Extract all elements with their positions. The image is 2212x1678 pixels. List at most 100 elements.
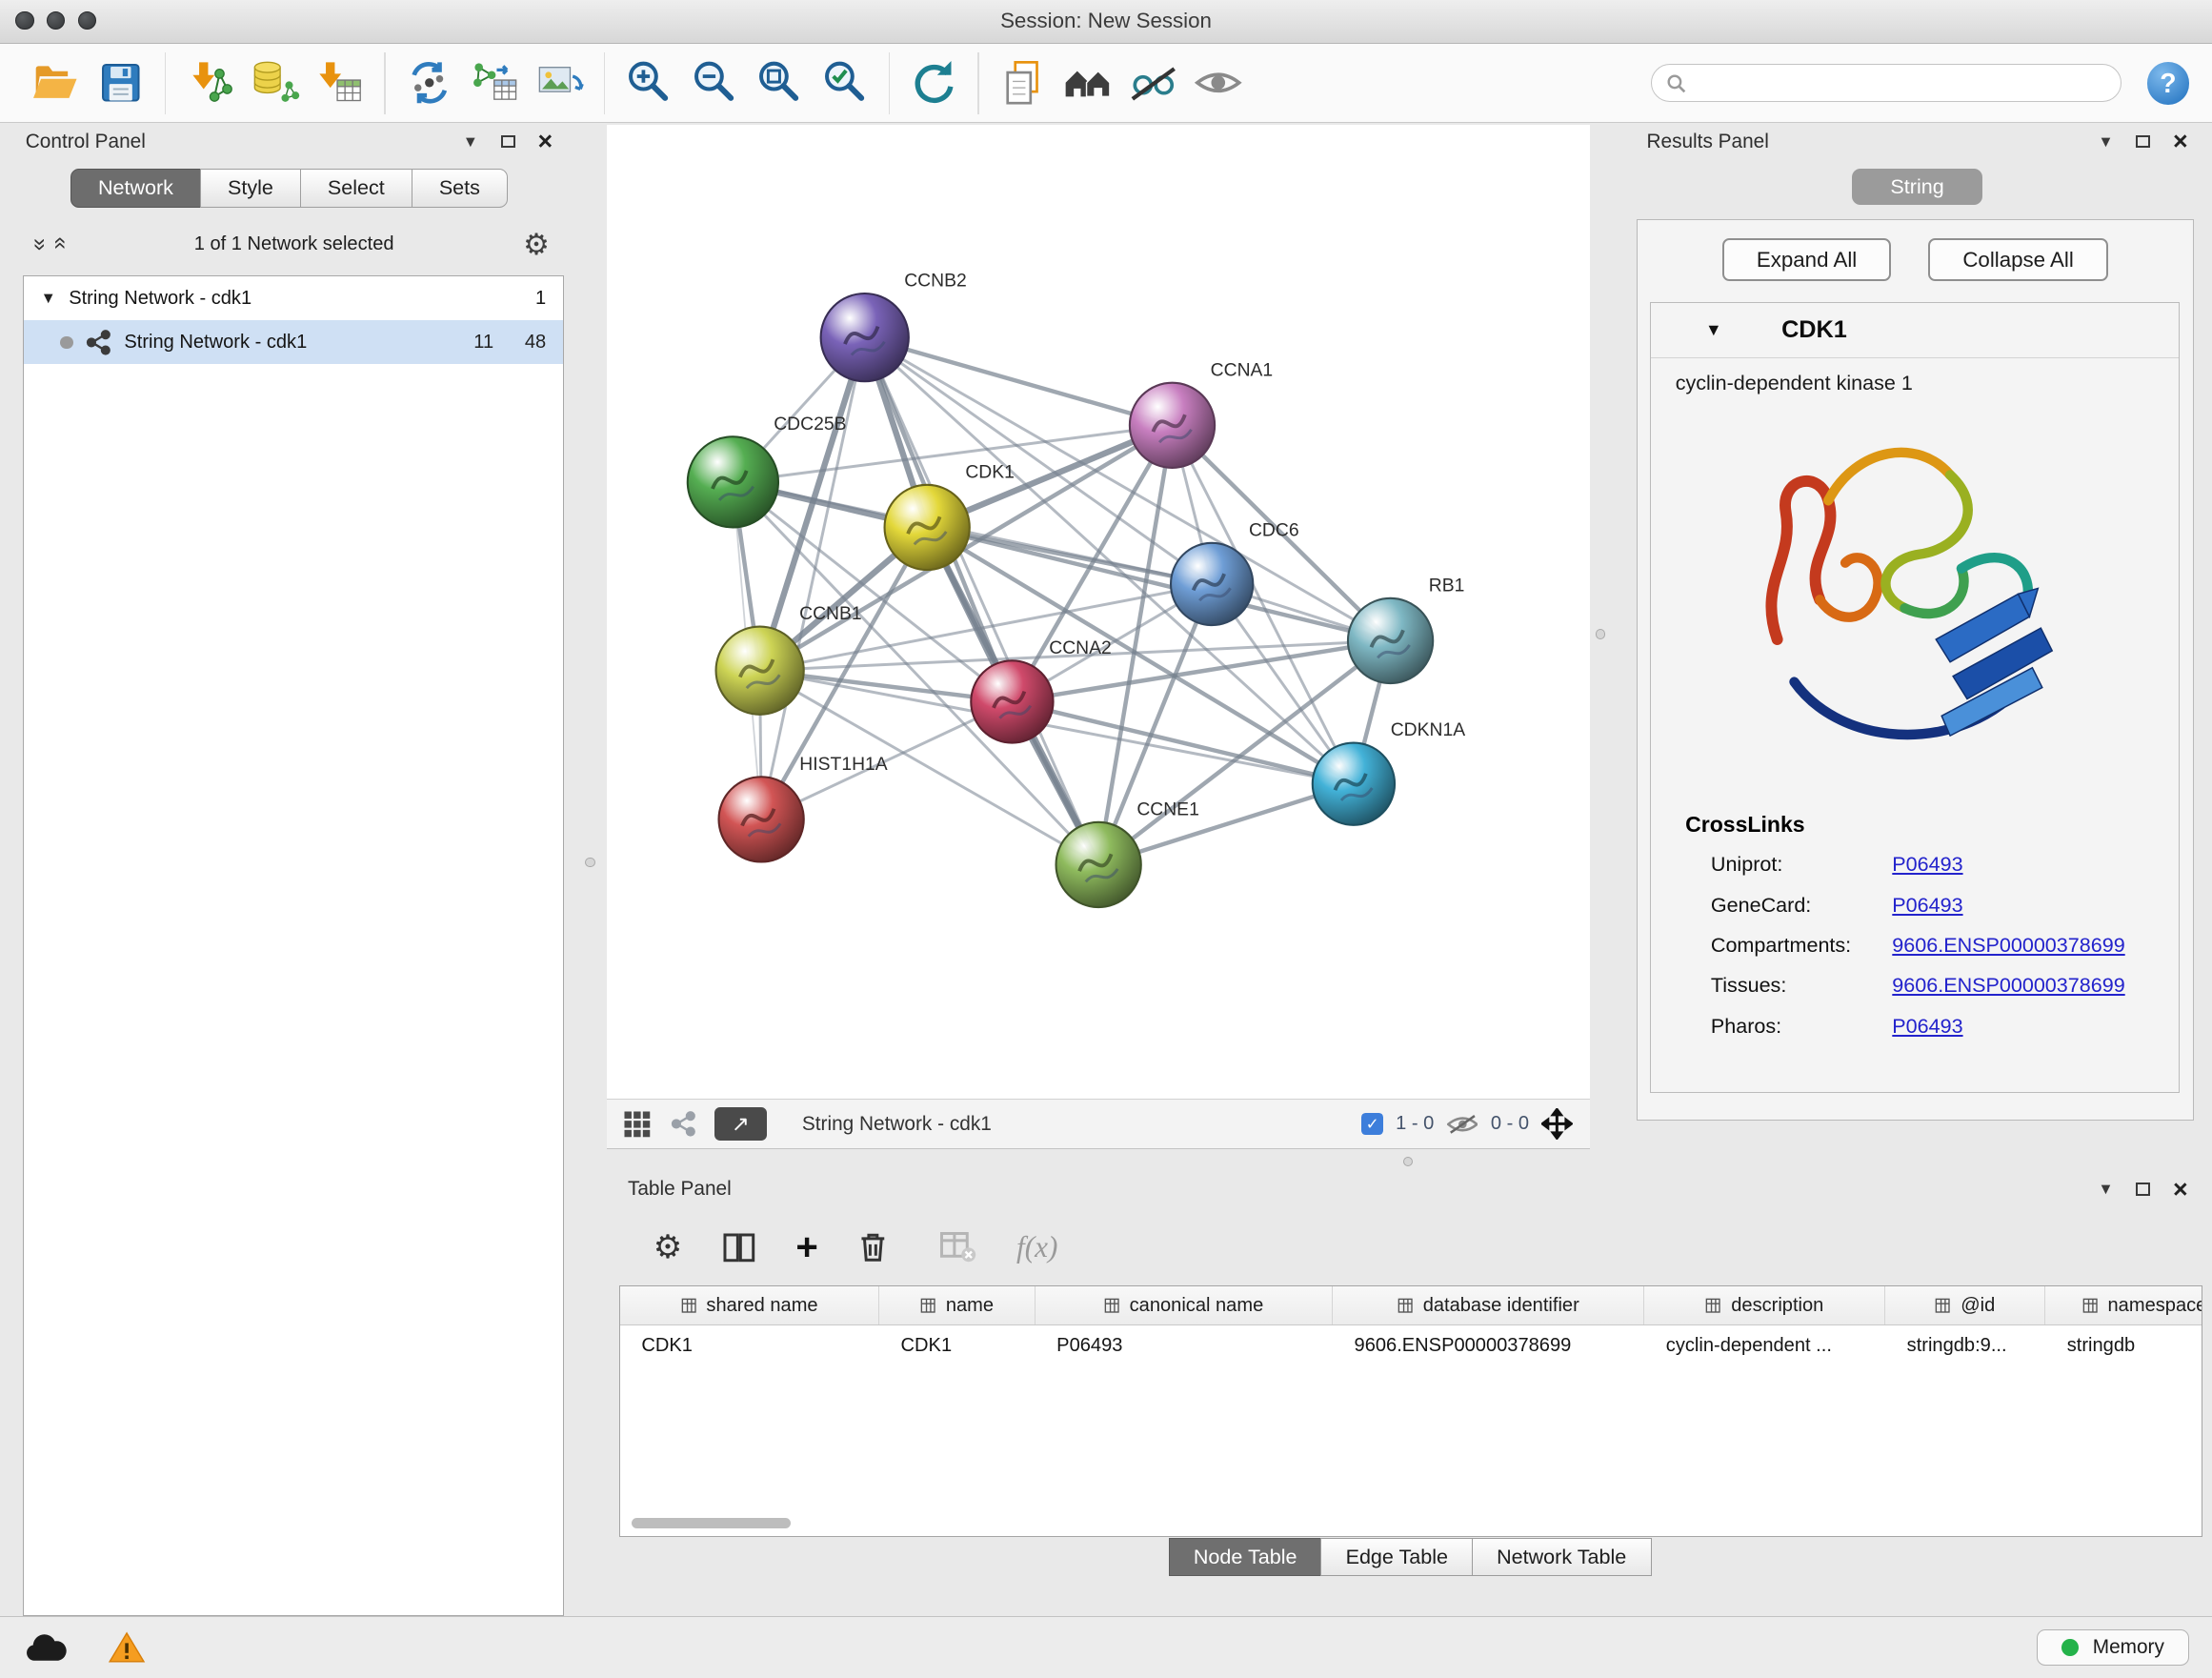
tab-network[interactable]: Network (70, 169, 202, 208)
crosslinks-title: CrossLinks (1685, 812, 2179, 838)
network-view-toolbar: ↗ String Network - cdk1 ✓ 1 - 0 0 - 0 (607, 1099, 1590, 1150)
table-cell[interactable]: 9606.ENSP00000378699 (1333, 1335, 1644, 1357)
table-cell[interactable]: stringdb (2045, 1335, 2202, 1357)
table-cell[interactable]: CDK1 (620, 1335, 879, 1357)
import-network-from-file-button[interactable] (177, 51, 242, 115)
zoom-in-button[interactable] (616, 51, 681, 115)
crosslink-value-link[interactable]: P06493 (1892, 852, 1962, 877)
left-splitter-handle[interactable] (585, 858, 594, 867)
show-columns-icon[interactable] (722, 1232, 756, 1264)
results-panel-collapse-icon[interactable]: ▼ (2098, 134, 2113, 150)
memory-button[interactable]: Memory (2037, 1629, 2189, 1666)
table-settings-gear-icon[interactable]: ⚙ (654, 1231, 683, 1264)
control-panel-float-icon[interactable] (501, 135, 515, 148)
table-panel-float-icon[interactable] (2136, 1183, 2150, 1195)
control-panel-close-icon[interactable]: × (537, 129, 553, 154)
table-row[interactable]: CDK1CDK1P064939606.ENSP00000378699cyclin… (620, 1325, 2202, 1365)
navigator-button[interactable]: ↗ (714, 1107, 767, 1140)
zoom-fit-button[interactable] (747, 51, 812, 115)
help-button[interactable]: ? (2147, 62, 2190, 105)
crosslink-value-link[interactable]: 9606.ENSP00000378699 (1892, 933, 2124, 958)
import-network-from-database-button[interactable] (242, 51, 307, 115)
create-column-plus-icon[interactable]: + (795, 1228, 817, 1266)
new-network-from-selection-button[interactable] (396, 51, 461, 115)
column-header-database-identifier[interactable]: database identifier (1333, 1286, 1644, 1324)
home-button[interactable] (1056, 51, 1120, 115)
network-row-selected[interactable]: String Network - cdk1 11 48 (24, 320, 563, 364)
network-edge-CCNB2-CCNE1[interactable] (864, 337, 1097, 864)
column-header--id[interactable]: @id (1885, 1286, 2045, 1324)
open-session-button[interactable] (23, 51, 88, 115)
show-view-button[interactable] (1186, 51, 1251, 115)
table-panel-collapse-icon[interactable]: ▼ (2098, 1182, 2113, 1197)
open-folder-icon (30, 57, 81, 109)
import-table-from-file-button[interactable] (308, 51, 372, 115)
clone-network-button[interactable] (462, 51, 527, 115)
open-session-file-button[interactable] (991, 51, 1056, 115)
table-panel-close-icon[interactable]: × (2173, 1177, 2188, 1203)
selected-checkbox-icon[interactable]: ✓ (1361, 1113, 1382, 1134)
tab-style[interactable]: Style (200, 169, 301, 208)
results-panel-close-icon[interactable]: × (2173, 129, 2188, 154)
tab-node-table[interactable]: Node Table (1169, 1538, 1322, 1575)
hidden-eye-slash-icon[interactable] (1447, 1113, 1478, 1136)
control-panel-collapse-icon[interactable]: ▼ (463, 134, 478, 150)
column-header-shared-name[interactable]: shared name (620, 1286, 879, 1324)
share-network-icon[interactable] (671, 1111, 696, 1137)
expand-all-button[interactable]: Expand All (1722, 238, 1892, 281)
bottom-splitter-handle[interactable] (1403, 1157, 1413, 1166)
refresh-view-button[interactable] (901, 51, 966, 115)
network-edge-CCNB2-HIST1H1A[interactable] (761, 337, 865, 819)
save-session-button[interactable] (88, 51, 152, 115)
node-label-CCNE1: CCNE1 (1136, 799, 1199, 819)
network-canvas[interactable]: CCNB2CCNA1CDC25BCDK1CDC6RB1CCNB1CCNA2CDK… (607, 125, 1590, 1099)
hide-glasses-button[interactable] (1120, 51, 1185, 115)
right-splitter-handle[interactable] (1596, 629, 1605, 638)
tab-select[interactable]: Select (300, 169, 412, 208)
network-collection-row[interactable]: ▼ String Network - cdk1 1 (24, 276, 563, 320)
crosslink-label: Uniprot: (1711, 852, 1892, 877)
collapse-all-button[interactable]: Collapse All (1928, 238, 2108, 281)
expand-all-icon[interactable]: » (48, 238, 70, 250)
toolbar-separator (604, 52, 605, 114)
table-cell[interactable]: CDK1 (879, 1335, 1036, 1357)
warning-icon[interactable] (108, 1630, 146, 1665)
cloud-icon[interactable] (23, 1632, 69, 1664)
table-cell[interactable]: stringdb:9... (1885, 1335, 2045, 1357)
table-cell[interactable]: cyclin-dependent ... (1644, 1335, 1885, 1357)
network-edge-count: 48 (525, 332, 546, 354)
search-input[interactable] (1696, 71, 2106, 95)
column-header-canonical-name[interactable]: canonical name (1036, 1286, 1333, 1324)
delete-table-icon[interactable] (940, 1232, 977, 1264)
zoom-out-button[interactable] (681, 51, 746, 115)
column-header-name[interactable]: name (879, 1286, 1036, 1324)
tab-edge-table[interactable]: Edge Table (1320, 1538, 1473, 1575)
search-field[interactable] (1651, 64, 2122, 102)
network-edge-CDK1-RB1[interactable] (927, 527, 1390, 640)
tab-sets[interactable]: Sets (412, 169, 509, 208)
function-builder-icon[interactable]: f(x) (1016, 1230, 1057, 1264)
protein-disclosure-icon[interactable]: ▼ (1705, 320, 1722, 340)
tab-network-table[interactable]: Network Table (1472, 1538, 1652, 1575)
table-cell[interactable]: P06493 (1036, 1335, 1333, 1357)
double-home-icon (1062, 57, 1114, 109)
crosslink-value-link[interactable]: P06493 (1892, 1014, 1962, 1039)
crosslink-value-link[interactable]: 9606.ENSP00000378699 (1892, 973, 2124, 998)
node-table: shared namenamecanonical namedatabase id… (619, 1285, 2202, 1537)
column-header-description[interactable]: description (1644, 1286, 1885, 1324)
delete-column-trash-icon[interactable] (857, 1230, 889, 1264)
column-header-namespace[interactable]: namespace (2045, 1286, 2202, 1324)
zoom-selected-button[interactable] (812, 51, 876, 115)
crosslink-value-link[interactable]: P06493 (1892, 893, 1962, 918)
results-panel-title: Results Panel (1646, 131, 1768, 153)
document-icon (997, 57, 1049, 109)
import-network-database-icon (250, 57, 301, 109)
pan-move-icon[interactable] (1541, 1108, 1573, 1140)
grid-view-icon[interactable] (623, 1110, 652, 1139)
export-image-button[interactable] (527, 51, 592, 115)
collection-disclosure-icon[interactable]: ▼ (41, 290, 56, 308)
network-options-gear-icon[interactable]: ⚙ (523, 230, 550, 259)
horizontal-scrollbar[interactable] (632, 1518, 791, 1529)
results-panel-float-icon[interactable] (2136, 135, 2150, 148)
tab-string[interactable]: String (1852, 169, 1982, 205)
